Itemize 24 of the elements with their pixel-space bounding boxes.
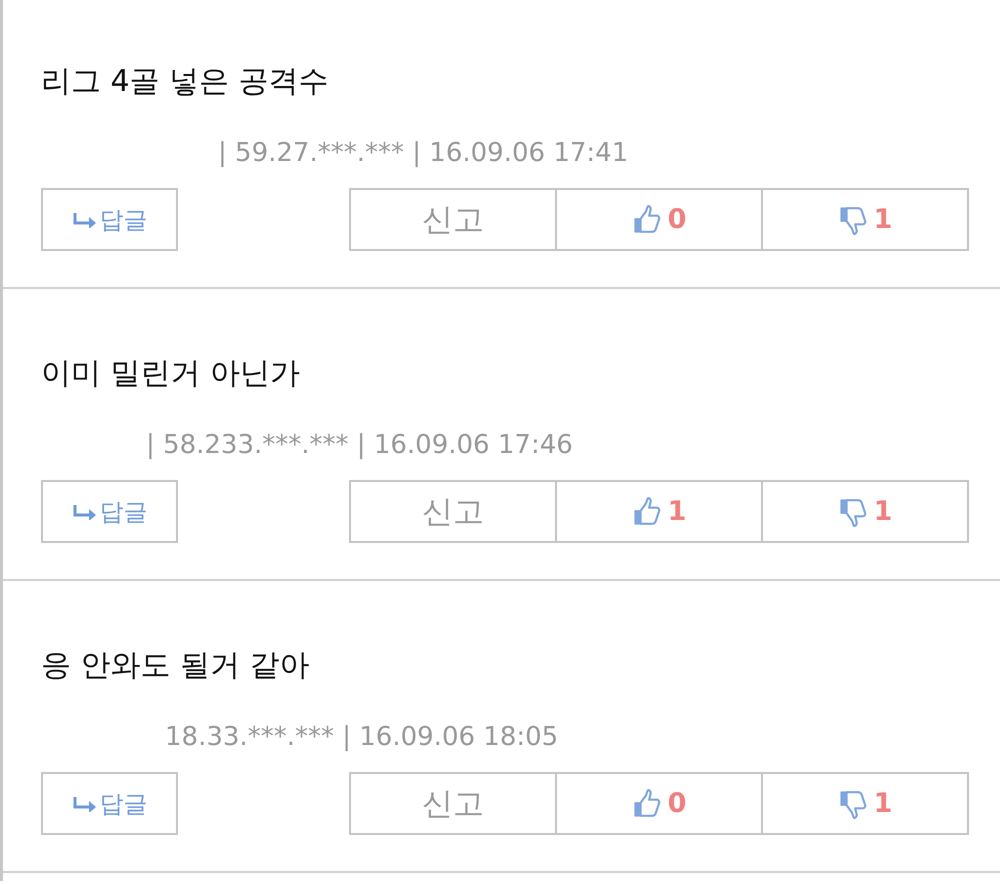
like-button[interactable]: 1 <box>557 480 763 543</box>
comment-meta: 18.33.***.*** | 16.09.06 18:05 <box>165 721 560 754</box>
reply-button[interactable]: 답글 <box>41 480 178 543</box>
thumbs-up-icon <box>632 788 662 820</box>
dislike-button[interactable]: 1 <box>763 188 969 251</box>
reply-button[interactable]: 답글 <box>41 188 178 251</box>
like-button[interactable]: 0 <box>557 188 763 251</box>
reply-button[interactable]: 답글 <box>41 772 178 835</box>
dislike-button[interactable]: 1 <box>763 772 969 835</box>
thumbs-up-icon <box>632 496 662 528</box>
comment-meta: | 59.27.***.*** | 16.09.06 17:41 <box>218 137 630 170</box>
thumbs-up-icon <box>632 204 662 236</box>
like-button[interactable]: 0 <box>557 772 763 835</box>
report-button[interactable]: 신고 <box>349 188 557 251</box>
comment-meta: | 58.233.***.*** | 16.09.06 17:46 <box>146 429 574 462</box>
comment-text: 이미 밀린거 아닌가 <box>41 355 302 393</box>
reply-arrow-icon <box>72 212 98 228</box>
comment-text: 리그 4골 넣은 공격수 <box>41 63 330 101</box>
report-button[interactable]: 신고 <box>349 480 557 543</box>
reply-arrow-icon <box>72 504 98 520</box>
comment-text: 응 안와도 될거 같아 <box>41 647 311 685</box>
reply-arrow-icon <box>72 796 98 812</box>
dislike-button[interactable]: 1 <box>763 480 969 543</box>
report-button[interactable]: 신고 <box>349 772 557 835</box>
